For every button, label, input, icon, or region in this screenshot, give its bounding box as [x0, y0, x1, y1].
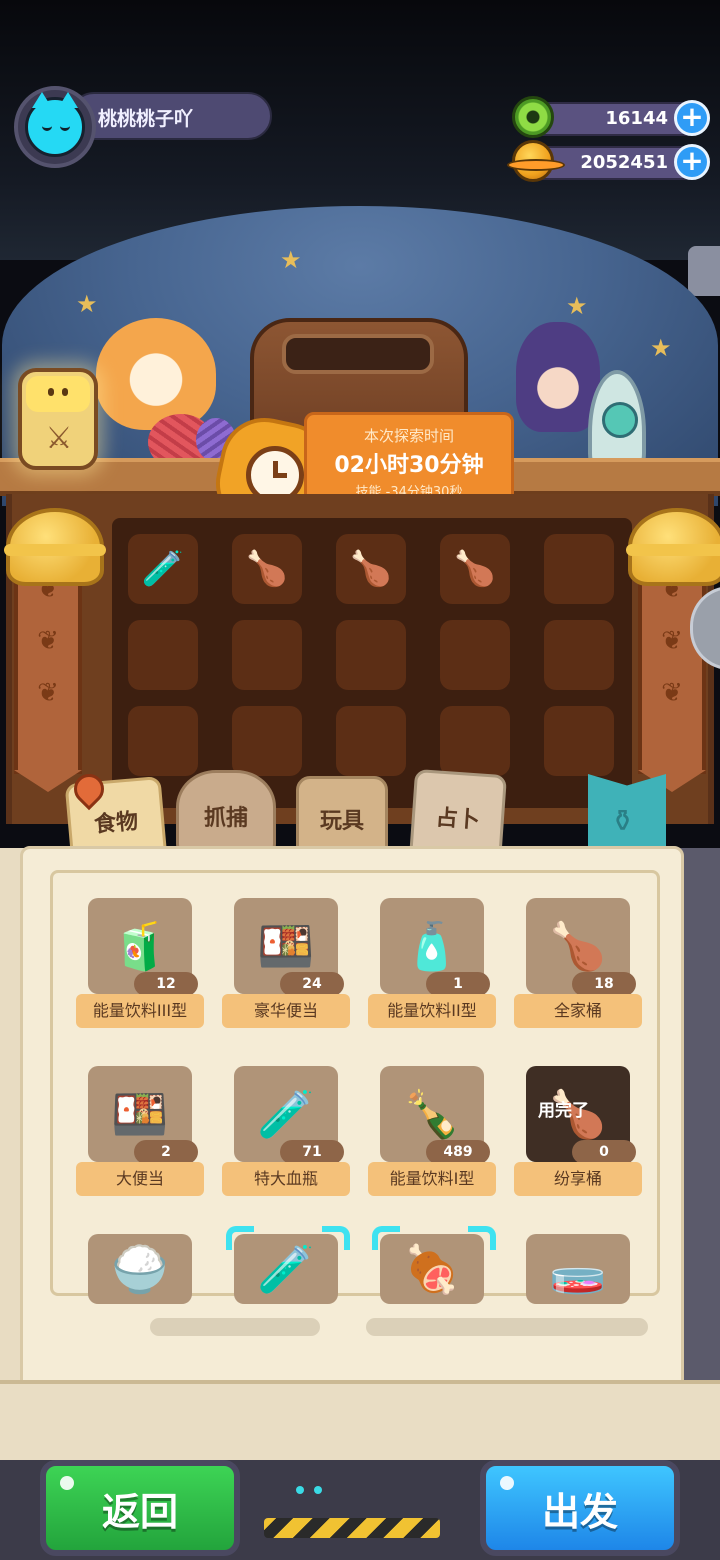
- pack-slot-empty[interactable]: [128, 706, 198, 776]
- donut-currency: 16144 +: [508, 96, 714, 140]
- drumstick-icon: 🍗: [453, 549, 497, 589]
- food-item-card[interactable]: 🍚: [76, 1234, 204, 1370]
- item-name-label: 豪华便当: [222, 994, 350, 1028]
- item-name-label: 全家桶: [514, 994, 642, 1028]
- star-icon: ★: [650, 334, 672, 362]
- pack-slot-empty[interactable]: [440, 620, 510, 690]
- purple-cat-character: [516, 322, 600, 432]
- bottle-icon: ⚱: [610, 804, 636, 839]
- player-profile[interactable]: 桃桃桃子吖: [14, 86, 272, 168]
- drumstick-icon: 🍗: [349, 549, 393, 589]
- food-item-card[interactable]: 🍱 24 豪华便当: [222, 898, 350, 1034]
- blurred-hint-text: [366, 1318, 648, 1336]
- planet-coin-currency: 2052451 +: [507, 140, 714, 184]
- add-donut-button[interactable]: +: [674, 100, 710, 136]
- explore-time-value: 02小时30分钟: [334, 453, 484, 478]
- cyan-cat-avatar-icon: [25, 92, 85, 157]
- pack-slot-empty[interactable]: [232, 620, 302, 690]
- planet-coin-amount: 2052451: [580, 152, 668, 173]
- food-item-card[interactable]: 🧪 71 特大血瓶: [222, 1066, 350, 1202]
- item-name-label: 能量饮料III型: [76, 994, 204, 1028]
- food-item-card[interactable]: 🍗 18 全家桶: [514, 898, 642, 1034]
- green-donut-icon: [512, 96, 554, 138]
- blurred-hint-text: [150, 1318, 320, 1336]
- avatar-frame[interactable]: [14, 86, 96, 168]
- item-count-badge: 489: [426, 1140, 490, 1164]
- pack-slot-empty[interactable]: [232, 706, 302, 776]
- item-count-badge: 2: [134, 1140, 198, 1164]
- pack-slot-filled[interactable]: 🍗: [232, 534, 302, 604]
- item-name-label: 纷享桶: [514, 1162, 642, 1196]
- food-item-card[interactable]: 🧴 1 能量饮料II型: [368, 898, 496, 1034]
- pack-slot-filled[interactable]: 🧪: [128, 534, 198, 604]
- hazard-stripe: [264, 1518, 440, 1538]
- item-count-badge: 1: [426, 972, 490, 996]
- pack-slot-empty[interactable]: [544, 534, 614, 604]
- back-button[interactable]: 返回: [40, 1460, 240, 1556]
- cat-face-icon: [26, 376, 90, 412]
- food-item-card[interactable]: 🍾 489 能量饮料I型: [368, 1066, 496, 1202]
- vial-icon: 🧫: [526, 1234, 630, 1304]
- drumstick-icon: 🍗: [245, 549, 289, 589]
- item-count-badge: 71: [280, 1140, 344, 1164]
- food-item-card[interactable]: 🍗 用完了 0 纷享桶: [514, 1066, 642, 1202]
- book-bottom-page: [0, 1380, 720, 1460]
- pack-slot-empty[interactable]: [336, 620, 406, 690]
- star-icon: ★: [280, 246, 302, 274]
- item-name-label: 大便当: [76, 1162, 204, 1196]
- player-name: 桃桃桃子吖: [98, 108, 194, 130]
- used-up-label: 用完了: [538, 1101, 589, 1121]
- pack-slot-empty[interactable]: [544, 706, 614, 776]
- item-count-badge: 18: [572, 972, 636, 996]
- item-name-label: 特大血瓶: [222, 1162, 350, 1196]
- rice-bowl-icon: 🍚: [88, 1234, 192, 1304]
- planet-coin-icon: [507, 140, 565, 182]
- food-item-card[interactable]: 🧪: [222, 1234, 350, 1370]
- food-item-card[interactable]: 🧃 12 能量饮料III型: [76, 898, 204, 1034]
- bell-icon: [4, 508, 106, 586]
- explore-time-label: 本次探索时间: [363, 427, 454, 445]
- item-name-label: 能量饮料II型: [368, 994, 496, 1028]
- item-count-badge: 12: [134, 972, 198, 996]
- star-icon: ★: [566, 292, 588, 320]
- pack-slot-empty[interactable]: [336, 706, 406, 776]
- pack-slot-filled[interactable]: 🍗: [440, 534, 510, 604]
- add-planet-coin-button[interactable]: +: [674, 144, 710, 180]
- red-potion-icon: 🧪: [141, 549, 185, 589]
- depart-button[interactable]: 出发: [480, 1460, 680, 1556]
- side-clip-handle[interactable]: [688, 246, 720, 296]
- item-name-label: 能量饮料I型: [368, 1162, 496, 1196]
- pack-slot-filled[interactable]: 🍗: [336, 534, 406, 604]
- orange-cat-character: [96, 318, 216, 430]
- star-icon: ★: [76, 290, 98, 318]
- item-count-badge: 0: [572, 1140, 636, 1164]
- pack-slot-empty[interactable]: [128, 620, 198, 690]
- item-count-badge: 24: [280, 972, 344, 996]
- peeking-eyes-icon: [290, 1484, 330, 1498]
- pack-slot-empty[interactable]: [440, 706, 510, 776]
- donut-amount: 16144: [605, 108, 668, 129]
- sword-icon: ⚔: [45, 421, 73, 456]
- battle-skill-badge[interactable]: ⚔: [18, 368, 98, 470]
- food-item-card[interactable]: 🍖: [368, 1234, 496, 1370]
- pack-slot-empty[interactable]: [544, 620, 614, 690]
- food-item-card[interactable]: 🍱 2 大便当: [76, 1066, 204, 1202]
- bell-icon: [626, 508, 720, 586]
- food-item-card[interactable]: 🧫: [514, 1234, 642, 1370]
